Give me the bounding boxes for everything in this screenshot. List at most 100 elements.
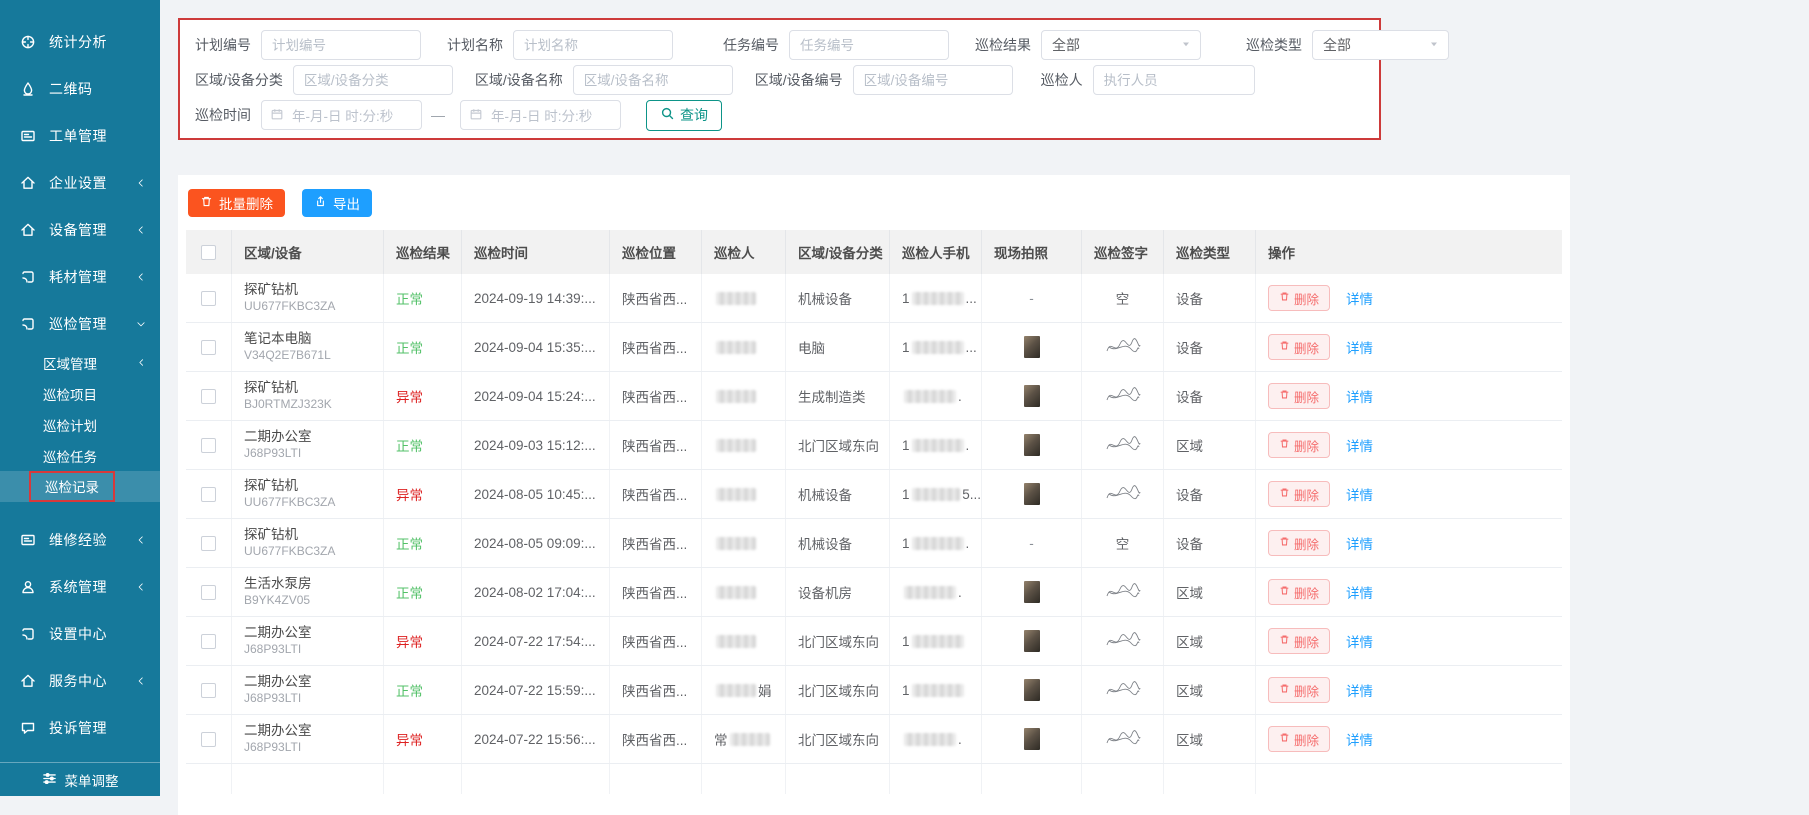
device-name: 二期办公室 <box>244 723 312 739</box>
chat-icon <box>20 720 36 736</box>
inspector-name: 常 <box>702 715 786 763</box>
photo-thumbnail[interactable] <box>1023 336 1040 358</box>
end-datetime-input[interactable]: 年-月-日 时:分:秒 <box>460 100 621 130</box>
sidebar-item-workorder[interactable]: 工单管理 <box>0 112 160 159</box>
detail-link[interactable]: 详情 <box>1346 337 1373 357</box>
detail-link[interactable]: 详情 <box>1346 435 1373 455</box>
site-photo-cell: - <box>982 274 1082 322</box>
photo-thumbnail[interactable] <box>1023 385 1040 407</box>
detail-link[interactable]: 详情 <box>1346 729 1373 749</box>
sidebar-item-equipment[interactable]: 设备管理 <box>0 206 160 253</box>
column-header: 巡检结果 <box>384 230 462 274</box>
row-checkbox[interactable] <box>201 486 216 502</box>
delete-button[interactable]: 删除 <box>1268 285 1331 311</box>
photo-thumbnail[interactable] <box>1023 483 1040 505</box>
table-row: 笔记本电脑 V34Q2E7B671L 正常 2024-09-04 15:35:.… <box>186 323 1562 372</box>
workorder-icon <box>20 128 36 144</box>
delete-button[interactable]: 删除 <box>1268 726 1331 752</box>
sidebar-item-consumables[interactable]: 耗材管理 <box>0 253 160 300</box>
detail-link[interactable]: 详情 <box>1346 533 1373 553</box>
inspection-type-select[interactable]: 全部 <box>1312 30 1449 60</box>
inspector-input[interactable] <box>1092 65 1255 95</box>
trash-icon <box>1279 536 1290 550</box>
search-button[interactable]: 查询 <box>646 99 722 131</box>
result-badge: 正常 <box>396 586 423 601</box>
sidebar-item-settings-center[interactable]: 设置中心 <box>0 610 160 657</box>
row-checkbox[interactable] <box>201 437 216 453</box>
sidebar-item-inspection-tasks[interactable]: 巡检任务 <box>0 440 160 471</box>
table-row: 探矿钻机 BJ0RTMZJ323K 异常 2024-09-04 15:24:..… <box>186 372 1562 421</box>
delete-button[interactable]: 删除 <box>1268 334 1331 360</box>
sidebar-item-area-management[interactable]: 区域管理 <box>0 347 160 378</box>
delete-button[interactable]: 删除 <box>1268 628 1331 654</box>
sidebar-item-maintenance-experience[interactable]: 维修经验 <box>0 516 160 563</box>
signature-image <box>1106 583 1140 598</box>
result-badge: 正常 <box>396 341 423 356</box>
inspection-result-select[interactable]: 全部 <box>1041 30 1201 60</box>
inspector-name <box>702 323 786 371</box>
inspector-phone: 1. <box>890 421 982 469</box>
trash-icon <box>1279 340 1290 354</box>
delete-button[interactable]: 删除 <box>1268 481 1331 507</box>
sidebar-item-label: 耗材管理 <box>49 268 107 285</box>
sidebar-item-complaints[interactable]: 投诉管理 <box>0 704 160 751</box>
sidebar-item-enterprise-settings[interactable]: 企业设置 <box>0 159 160 206</box>
photo-thumbnail[interactable] <box>1023 434 1040 456</box>
row-checkbox[interactable] <box>201 633 216 649</box>
sidebar-item-qrcode[interactable]: 二维码 <box>0 65 160 112</box>
sidebar-item-inspection-plan[interactable]: 巡检计划 <box>0 409 160 440</box>
detail-link[interactable]: 详情 <box>1346 631 1373 651</box>
plan-number-input[interactable] <box>261 30 421 60</box>
row-checkbox[interactable] <box>201 339 216 355</box>
masked-name <box>729 732 770 746</box>
delete-button[interactable]: 删除 <box>1268 383 1331 409</box>
sidebar-item-inspection[interactable]: 巡检管理 <box>0 300 160 347</box>
sidebar-item-statistics[interactable]: 统计分析 <box>0 18 160 65</box>
export-button[interactable]: 导出 <box>302 189 372 217</box>
chevron-left-icon <box>136 272 146 282</box>
row-checkbox[interactable] <box>201 584 216 600</box>
sidebar-item-system-management[interactable]: 系统管理 <box>0 563 160 610</box>
row-checkbox[interactable] <box>201 535 216 551</box>
row-checkbox[interactable] <box>201 388 216 404</box>
sidebar-item-inspection-records[interactable]: 巡检记录 <box>0 471 160 502</box>
column-header: 巡检人 <box>702 230 786 274</box>
sidebar-item-label: 工单管理 <box>49 127 107 144</box>
area-number-input[interactable] <box>852 65 1013 95</box>
result-badge: 异常 <box>396 635 423 650</box>
filter-label: 巡检结果 <box>975 37 1031 53</box>
start-datetime-input[interactable]: 年-月-日 时:分:秒 <box>261 100 422 130</box>
delete-button[interactable]: 删除 <box>1268 677 1331 703</box>
delete-button[interactable]: 删除 <box>1268 579 1331 605</box>
detail-link[interactable]: 详情 <box>1346 288 1373 308</box>
select-all-checkbox[interactable] <box>201 244 216 260</box>
delete-button[interactable]: 删除 <box>1268 530 1331 556</box>
detail-link[interactable]: 详情 <box>1346 680 1373 700</box>
photo-thumbnail[interactable] <box>1023 630 1040 652</box>
menu-adjust-button[interactable]: 菜单调整 <box>0 762 160 796</box>
row-checkbox[interactable] <box>201 682 216 698</box>
plan-name-input[interactable] <box>513 30 673 60</box>
row-checkbox[interactable] <box>201 731 216 747</box>
batch-delete-button[interactable]: 批量删除 <box>188 189 285 217</box>
detail-link[interactable]: 详情 <box>1346 386 1373 406</box>
table-header: 区域/设备 巡检结果 巡检时间 巡检位置 巡检人 区域/设备分类 巡检人手机 现… <box>186 230 1562 274</box>
photo-thumbnail[interactable] <box>1023 679 1040 701</box>
detail-link[interactable]: 详情 <box>1346 582 1373 602</box>
device-code: J68P93LTI <box>244 641 302 656</box>
photo-thumbnail[interactable] <box>1023 581 1040 603</box>
column-header: 现场拍照 <box>982 230 1082 274</box>
device-name: 笔记本电脑 <box>244 331 312 347</box>
signature-image <box>1106 436 1140 451</box>
detail-link[interactable]: 详情 <box>1346 484 1373 504</box>
area-name-input[interactable] <box>572 65 733 95</box>
task-number-input[interactable] <box>789 30 949 60</box>
device-code: UU677FKBC3ZA <box>244 494 336 509</box>
sidebar-item-service-center[interactable]: 服务中心 <box>0 657 160 704</box>
area-category-input[interactable] <box>292 65 453 95</box>
photo-thumbnail[interactable] <box>1023 728 1040 750</box>
sidebar-item-inspection-items[interactable]: 巡检项目 <box>0 378 160 409</box>
inspector-phone: 1. <box>890 519 982 567</box>
row-checkbox[interactable] <box>201 290 216 306</box>
delete-button[interactable]: 删除 <box>1268 432 1331 458</box>
